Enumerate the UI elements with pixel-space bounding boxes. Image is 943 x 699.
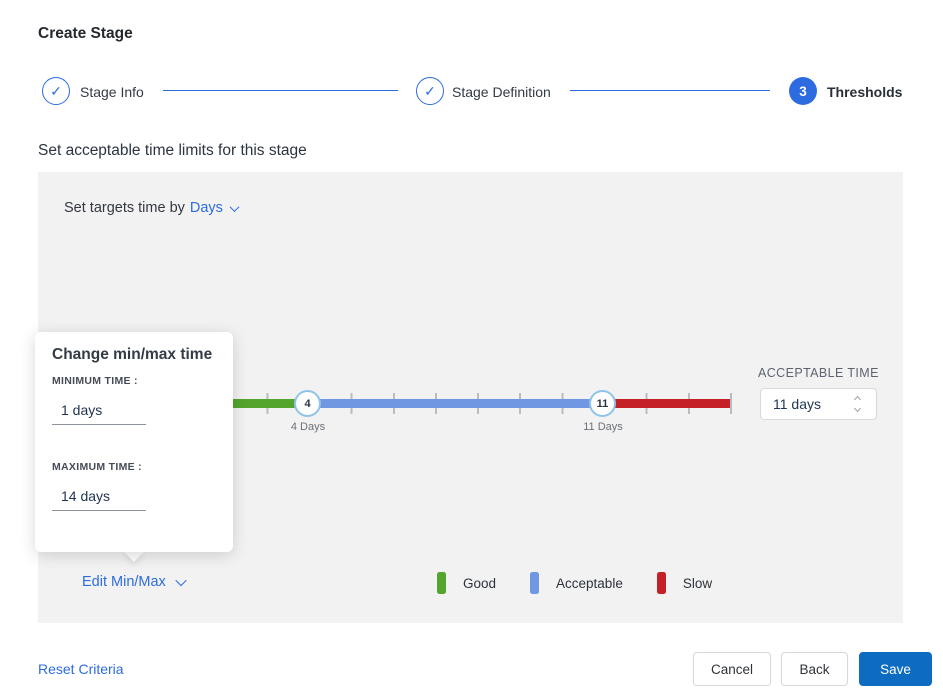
good-swatch-icon: [437, 572, 446, 594]
slider-min-handle-label: 4 Days: [290, 421, 326, 433]
slider-max-handle[interactable]: 11: [589, 390, 616, 417]
slider-legend: Good Acceptable Slow: [437, 572, 746, 594]
acceptable-time-input[interactable]: [773, 396, 853, 412]
chevron-down-icon[interactable]: [229, 201, 240, 212]
stepper-down-icon[interactable]: [853, 404, 862, 413]
back-button[interactable]: Back: [781, 652, 848, 686]
edit-minmax-label: Edit Min/Max: [82, 574, 166, 590]
slow-swatch-icon: [656, 572, 666, 594]
legend-item-slow: Slow: [656, 572, 713, 594]
edit-minmax-link[interactable]: Edit Min/Max: [82, 574, 187, 590]
popover-title: Change min/max time: [52, 346, 213, 363]
step-stage-definition-circle[interactable]: ✓: [416, 77, 444, 105]
save-button[interactable]: Save: [859, 652, 932, 686]
minimum-time-input[interactable]: [52, 398, 146, 425]
section-heading: Set acceptable time limits for this stag…: [38, 142, 307, 159]
step-thresholds-circle[interactable]: 3: [789, 77, 817, 105]
minmax-popover: Change min/max time MINIMUM TIME : MAXIM…: [35, 332, 233, 552]
step-stage-definition-label[interactable]: Stage Definition: [452, 84, 551, 100]
targets-unit-dropdown[interactable]: Days: [190, 200, 223, 216]
create-stage-page: Create Stage ✓ Stage Info ✓ Stage Defini…: [0, 0, 943, 699]
maximum-time-label: MAXIMUM TIME :: [52, 461, 142, 473]
cancel-button[interactable]: Cancel: [693, 652, 771, 686]
targets-time-label: Set targets time by: [64, 200, 185, 216]
slider-segment-acceptable[interactable]: [308, 399, 603, 408]
legend-label: Slow: [682, 575, 713, 591]
step-stage-info-circle[interactable]: ✓: [42, 77, 70, 105]
step-thresholds-label[interactable]: Thresholds: [827, 84, 902, 100]
stepper-connector: [570, 90, 770, 91]
check-icon: ✓: [50, 83, 62, 99]
acceptable-time-label: ACCEPTABLE TIME: [758, 366, 879, 380]
legend-label: Good: [463, 575, 497, 591]
minimum-time-label: MINIMUM TIME :: [52, 375, 138, 387]
targets-time-row: Set targets time by Days: [64, 200, 240, 216]
stepper-up-icon[interactable]: [853, 395, 862, 404]
step-stage-info-label[interactable]: Stage Info: [80, 84, 144, 100]
slider-min-handle[interactable]: 4: [294, 390, 321, 417]
slider-max-handle-label: 11 Days: [583, 421, 623, 433]
slider-segment-slow[interactable]: [603, 399, 730, 408]
legend-item-acceptable: Acceptable: [530, 572, 623, 594]
acceptable-swatch-icon: [530, 572, 540, 594]
acceptable-time-field: [760, 388, 877, 420]
legend-label: Acceptable: [556, 575, 623, 591]
stepper-connector: [163, 90, 398, 91]
stepper: ✓ Stage Info ✓ Stage Definition 3 Thresh…: [0, 0, 943, 130]
legend-item-good: Good: [437, 572, 496, 594]
maximum-time-input[interactable]: [52, 484, 146, 511]
reset-criteria-link[interactable]: Reset Criteria: [38, 661, 124, 677]
check-icon: ✓: [424, 83, 436, 99]
chevron-down-icon: [175, 574, 187, 587]
acceptable-time-stepper: [853, 395, 862, 413]
